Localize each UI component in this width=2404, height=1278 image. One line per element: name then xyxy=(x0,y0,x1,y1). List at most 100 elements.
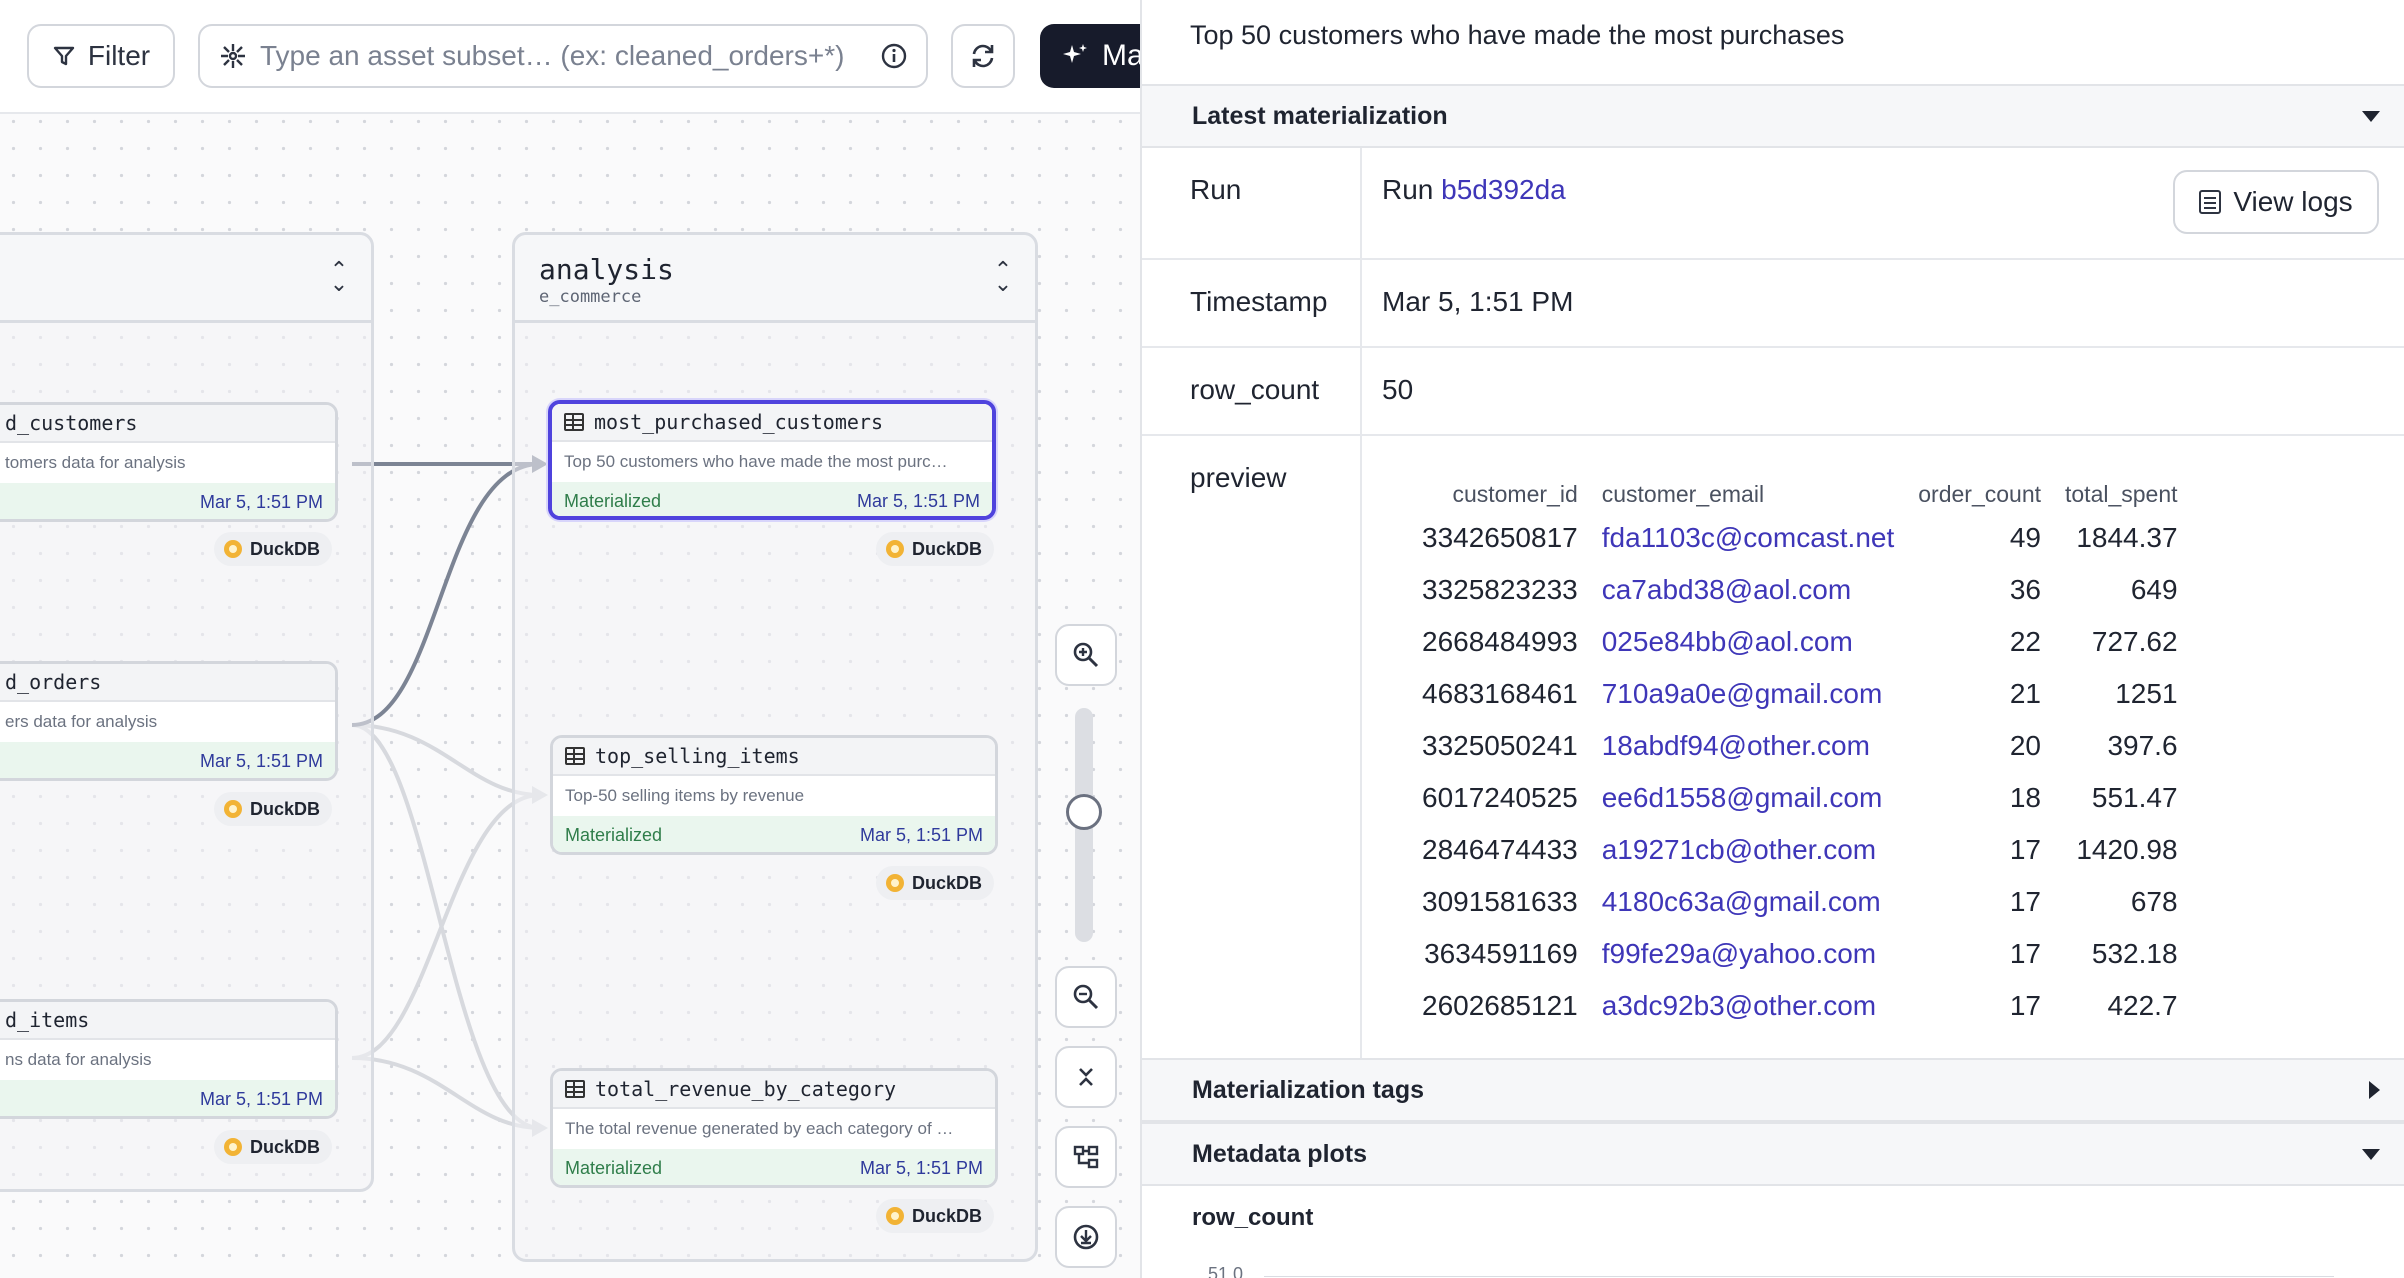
asset-timestamp[interactable]: Mar 5, 1:51 PM xyxy=(860,1158,983,1179)
total-spent-cell: 397.6 xyxy=(2107,730,2178,761)
asset-status: Materialized xyxy=(565,1157,663,1178)
asset-node-orders[interactable]: d_orders ers data for analysis Mar 5, 1:… xyxy=(0,661,338,781)
customer-email-cell[interactable]: a3dc92b3@other.com xyxy=(1590,980,1907,1032)
layout-button[interactable] xyxy=(1055,1126,1117,1188)
order-count-cell: 17 xyxy=(2009,834,2041,865)
metadata-row-timestamp: Timestamp Mar 5, 1:51 PM xyxy=(1142,260,2404,348)
metadata-row-row-count: row_count 50 xyxy=(1142,348,2404,436)
total-spent-cell: 678 xyxy=(2130,886,2178,917)
asset-description: Top-50 selling items by revenue xyxy=(565,786,805,805)
badge-label: DuckDB xyxy=(912,538,983,559)
customer-email-cell[interactable]: ee6d1558@gmail.com xyxy=(1590,772,1907,824)
zoom-slider-thumb[interactable] xyxy=(1066,794,1102,830)
customer-email-cell[interactable]: ca7abd38@aol.com xyxy=(1590,564,1907,616)
group-collapse-icon[interactable]: ⌃ ⌄ xyxy=(329,259,349,295)
view-logs-icon xyxy=(2199,190,2222,214)
materialization-tags-header[interactable]: Materialization tags xyxy=(1142,1058,2404,1122)
column-header: order_count xyxy=(1918,481,2041,507)
graph-toolbar: Filter Mat xyxy=(0,0,1140,114)
asset-name: d_items xyxy=(5,1008,90,1032)
latest-materialization-header[interactable]: Latest materialization xyxy=(1142,84,2404,148)
materialize-label: Mat xyxy=(1102,39,1140,72)
customer-email-cell[interactable]: 4180c63a@gmail.com xyxy=(1590,876,1907,928)
total-spent-cell: 551.47 xyxy=(2091,782,2178,813)
customer-id-cell: 3634591169 xyxy=(1424,938,1578,969)
badge-label: DuckDB xyxy=(912,1205,983,1226)
asset-node-customers[interactable]: d_customers tomers data for analysis Mar… xyxy=(0,402,338,522)
view-logs-button[interactable]: View logs xyxy=(2173,170,2379,234)
chevron-right-icon xyxy=(2369,1081,2380,1099)
group-collapse-icon[interactable]: ⌃ ⌄ xyxy=(993,259,1013,295)
table-row: 2602685121 a3dc92b3@other.com 17 422.7 xyxy=(1410,980,2190,1032)
asset-status: Materialized xyxy=(564,490,662,511)
group-header: ⌃ ⌄ xyxy=(0,235,371,323)
asset-timestamp[interactable]: Mar 5, 1:51 PM xyxy=(860,825,983,846)
compute-kind-badge: DuckDB xyxy=(214,792,333,826)
plot-gridline xyxy=(1264,1276,2334,1277)
sparkle-icon xyxy=(1063,44,1087,63)
table-row: 3634591169 f99fe29a@yahoo.com 17 532.18 xyxy=(1410,928,2190,980)
asset-selection-icon xyxy=(221,44,245,68)
asset-timestamp[interactable]: Mar 5, 1:51 PM xyxy=(200,751,323,772)
customer-email-cell[interactable]: 025e84bb@aol.com xyxy=(1590,616,1907,668)
info-icon[interactable] xyxy=(880,42,908,70)
preview-table: customer_id customer_email order_count t… xyxy=(1410,466,2190,1032)
badge-label: DuckDB xyxy=(250,1136,321,1157)
total-spent-cell: 422.7 xyxy=(2107,990,2178,1021)
zoom-in-button[interactable] xyxy=(1055,624,1117,686)
badge-label: DuckDB xyxy=(250,538,321,559)
asset-selection-input[interactable] xyxy=(260,40,868,72)
run-prefix: Run xyxy=(1382,174,1434,205)
customer-email-cell[interactable]: fda1103c@comcast.net xyxy=(1590,512,1907,564)
asset-timestamp[interactable]: Mar 5, 1:51 PM xyxy=(857,491,980,512)
asset-timestamp[interactable]: Mar 5, 1:51 PM xyxy=(200,492,323,513)
collapse-all-button[interactable] xyxy=(1055,1046,1117,1108)
asset-description: Top 50 customers who have made the most … xyxy=(1190,20,1845,50)
asset-node-most-purchased-customers[interactable]: most_purchased_customers Top 50 customer… xyxy=(548,400,996,520)
customer-email-cell[interactable]: a19271cb@other.com xyxy=(1590,824,1907,876)
zoom-out-button[interactable] xyxy=(1055,966,1117,1028)
compute-kind-badge: DuckDB xyxy=(876,1199,995,1233)
metadata-plots-header[interactable]: Metadata plots xyxy=(1142,1122,2404,1186)
refresh-icon xyxy=(972,44,994,68)
asset-graph-canvas[interactable]: ⌃ ⌄ analysis e_commerce ⌃ ⌄ d_customers to… xyxy=(0,0,1140,1278)
compute-kind-badge: DuckDB xyxy=(214,532,333,566)
badge-label: DuckDB xyxy=(250,798,321,819)
total-spent-cell: 1844.37 xyxy=(2076,522,2178,553)
run-id-link[interactable]: b5d392da xyxy=(1441,174,1566,205)
table-row: 2846474433 a19271cb@other.com 17 1420.98 xyxy=(1410,824,2190,876)
materialize-button[interactable]: Mat xyxy=(1040,24,1140,88)
asset-selection-field[interactable] xyxy=(198,24,928,88)
filter-button[interactable]: Filter xyxy=(27,24,175,88)
table-icon xyxy=(565,747,585,765)
customer-email-cell[interactable]: 18abdf94@other.com xyxy=(1590,720,1907,772)
group-header: analysis e_commerce ⌃ ⌄ xyxy=(515,235,1035,323)
customer-id-cell: 6017240525 xyxy=(1422,782,1578,813)
asset-node-items[interactable]: d_items ns data for analysis Mar 5, 1:51… xyxy=(0,999,338,1119)
metadata-key: row_count xyxy=(1190,374,1320,405)
download-button[interactable] xyxy=(1055,1206,1117,1268)
column-header: total_spent xyxy=(2065,481,2178,507)
asset-description: tomers data for analysis xyxy=(5,453,186,472)
asset-node-total-revenue-by-category[interactable]: total_revenue_by_category The total reve… xyxy=(550,1068,998,1188)
collapse-all-icon xyxy=(1079,1068,1093,1086)
table-row: 4683168461 710a9a0e@gmail.com 21 1251 xyxy=(1410,668,2190,720)
customer-id-cell: 2846474433 xyxy=(1422,834,1578,865)
order-count-cell: 17 xyxy=(2009,938,2041,969)
table-row: 2668484993 025e84bb@aol.com 22 727.62 xyxy=(1410,616,2190,668)
customer-email-cell[interactable]: f99fe29a@yahoo.com xyxy=(1590,928,1907,980)
section-title: Latest materialization xyxy=(1192,101,1448,130)
asset-name: most_purchased_customers xyxy=(594,410,883,434)
zoom-in-icon xyxy=(1073,642,1099,668)
compute-kind-badge: DuckDB xyxy=(214,1130,333,1164)
filter-label: Filter xyxy=(87,40,151,71)
order-count-cell: 20 xyxy=(2009,730,2041,761)
customer-email-cell[interactable]: 710a9a0e@gmail.com xyxy=(1590,668,1907,720)
table-icon xyxy=(565,1080,585,1098)
refresh-button[interactable] xyxy=(951,24,1015,88)
table-icon xyxy=(564,413,584,431)
asset-name: d_orders xyxy=(5,670,102,694)
asset-timestamp[interactable]: Mar 5, 1:51 PM xyxy=(200,1089,323,1110)
asset-node-top-selling-items[interactable]: top_selling_items Top-50 selling items b… xyxy=(550,735,998,855)
total-spent-cell: 727.62 xyxy=(2091,626,2178,657)
